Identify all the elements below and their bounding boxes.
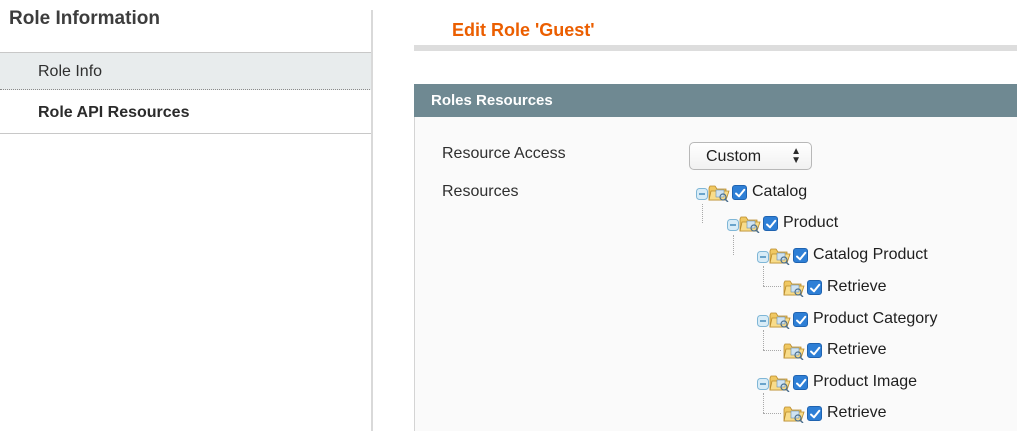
tree-connector [733, 235, 734, 255]
resource-access-label: Resource Access [442, 145, 566, 162]
folder-icon [769, 374, 791, 392]
collapse-icon[interactable] [727, 219, 739, 231]
sidebar-tab-label: Role API Resources [38, 104, 190, 121]
folder-icon [769, 311, 791, 329]
select-arrows-icon: ▲ ▼ [791, 146, 801, 166]
sidebar-tab-label: Role Info [38, 63, 103, 80]
tree-connector [763, 413, 781, 414]
tree-checkbox[interactable] [807, 280, 822, 295]
folder-icon [769, 247, 791, 265]
tree-checkbox[interactable] [793, 312, 808, 327]
page-title: Edit Role 'Guest' [452, 20, 595, 40]
tree-node-label[interactable]: Catalog [752, 183, 807, 201]
folder-icon [708, 184, 730, 202]
tree-node-label[interactable]: Catalog Product [813, 246, 928, 264]
divider [0, 133, 372, 134]
tree-connector [763, 393, 764, 413]
tree-node-label[interactable]: Product Category [813, 310, 938, 328]
resource-access-value: Custom [706, 148, 762, 165]
tree-connector [763, 266, 764, 286]
collapse-icon[interactable] [757, 378, 769, 390]
edit-role-page: Role Information Role Info Role API Reso… [0, 0, 1017, 431]
sidebar-tab-role-api-resources[interactable]: Role API Resources [0, 90, 372, 132]
collapse-icon[interactable] [696, 188, 708, 200]
tree-checkbox[interactable] [793, 248, 808, 263]
sidebar: Role Information Role Info Role API Reso… [0, 0, 376, 431]
tree-connector [763, 286, 781, 287]
tree-connector [763, 330, 764, 350]
title-rule [414, 45, 1017, 51]
folder-icon [783, 405, 805, 423]
sidebar-title: Role Information [9, 8, 160, 29]
tree-node-label[interactable]: Retrieve [827, 341, 887, 359]
tree-checkbox[interactable] [807, 406, 822, 421]
section-header[interactable]: Roles Resources [414, 84, 1017, 117]
folder-icon [783, 342, 805, 360]
resources-label: Resources [442, 183, 519, 200]
tree-checkbox[interactable] [732, 185, 747, 200]
tree-checkbox[interactable] [793, 375, 808, 390]
tree-connector [702, 204, 703, 223]
tree-connector [763, 350, 781, 351]
tree-checkbox[interactable] [763, 216, 778, 231]
column-divider [371, 10, 373, 431]
tree-checkbox[interactable] [807, 343, 822, 358]
sidebar-tab-role-info[interactable]: Role Info [0, 53, 372, 90]
section-header-label: Roles Resources [431, 92, 553, 109]
tree-node-label[interactable]: Product Image [813, 373, 917, 391]
folder-icon [783, 279, 805, 297]
tree-node-label[interactable]: Retrieve [827, 404, 887, 422]
tree-node-label[interactable]: Product [783, 214, 838, 232]
collapse-icon[interactable] [757, 315, 769, 327]
collapse-icon[interactable] [757, 251, 769, 263]
folder-icon [739, 215, 761, 233]
tree-node-label[interactable]: Retrieve [827, 278, 887, 296]
resource-access-select[interactable]: Custom ▲ ▼ [689, 142, 812, 170]
